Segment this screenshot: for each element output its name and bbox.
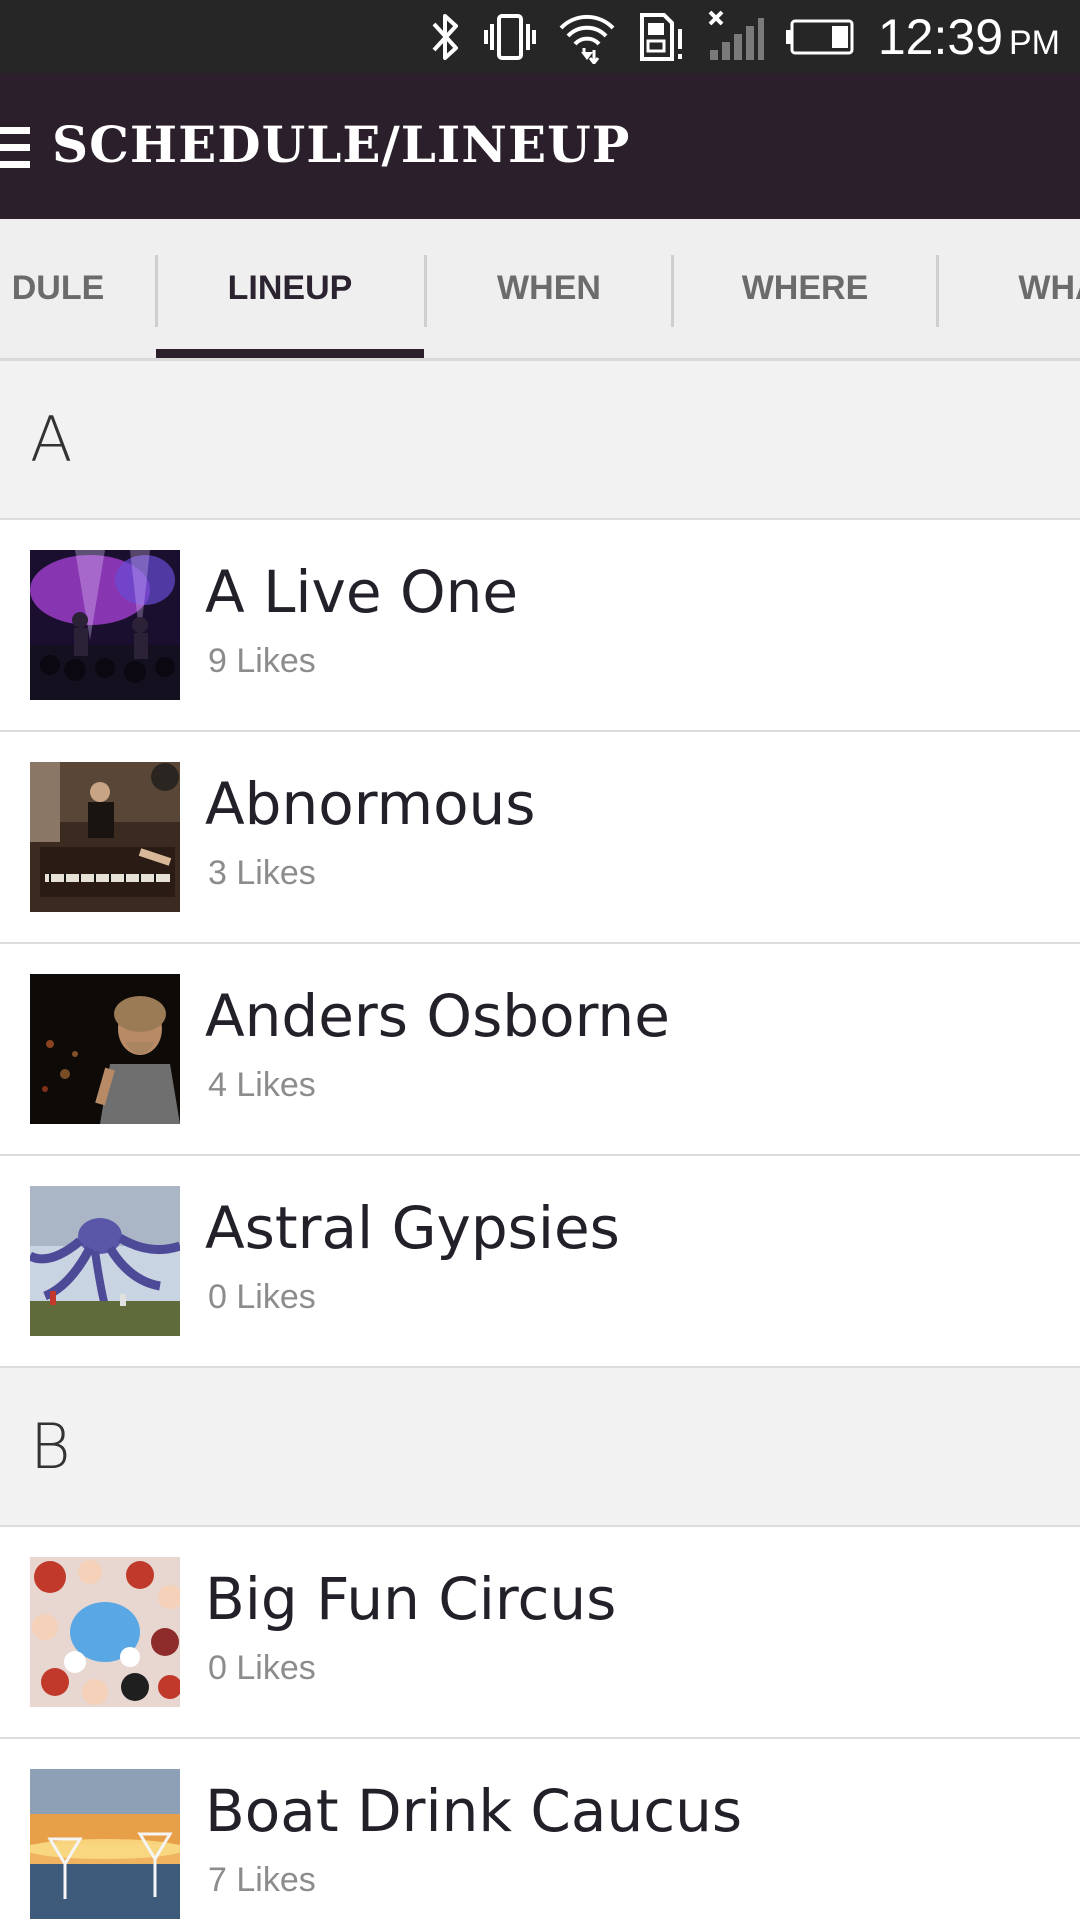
list-item[interactable]: Astral Gypsies 0 Likes <box>0 1156 1080 1368</box>
tab-lineup[interactable]: LINEUP <box>156 219 424 358</box>
section-header: B <box>0 1368 1080 1527</box>
tab-what[interactable]: WHA <box>939 219 1080 358</box>
app-bar: SCHEDULE/LINEUP <box>0 73 1080 219</box>
artist-thumbnail <box>30 1557 180 1707</box>
tab-schedule[interactable]: DULE <box>0 219 156 358</box>
sd-card-alert-icon <box>638 0 686 73</box>
artist-name: Abnormous <box>205 770 536 838</box>
artist-likes: 9 Likes <box>208 642 316 680</box>
artist-likes: 4 Likes <box>208 1066 316 1104</box>
list-item[interactable]: Anders Osborne 4 Likes <box>0 944 1080 1156</box>
artist-thumbnail <box>30 974 180 1124</box>
artist-name: Astral Gypsies <box>205 1194 620 1262</box>
section-header: A <box>0 361 1080 520</box>
section-letter: B <box>30 1410 71 1483</box>
artist-likes: 7 Likes <box>208 1861 316 1899</box>
section-letter: A <box>30 403 73 476</box>
status-bar: 12:39 PM <box>0 0 1080 73</box>
tab-active-indicator <box>156 349 424 358</box>
list-item[interactable]: Big Fun Circus 0 Likes <box>0 1527 1080 1739</box>
artist-name: Anders Osborne <box>205 982 670 1050</box>
clock: 12:39 PM <box>878 8 1060 66</box>
battery-icon <box>785 0 856 73</box>
tab-when[interactable]: WHEN <box>427 219 671 358</box>
artist-thumbnail <box>30 1769 180 1919</box>
artist-likes: 0 Likes <box>208 1649 316 1687</box>
clock-time: 12:39 <box>877 8 1003 65</box>
page-title: SCHEDULE/LINEUP <box>52 115 631 174</box>
artist-name: Boat Drink Caucus <box>205 1777 743 1845</box>
list-item[interactable]: Abnormous 3 Likes <box>0 732 1080 944</box>
tab-where[interactable]: WHERE <box>674 219 936 358</box>
artist-name: A Live One <box>205 558 519 626</box>
bluetooth-icon <box>430 0 462 73</box>
artist-name: Big Fun Circus <box>205 1565 617 1633</box>
clock-ampm: PM <box>1009 23 1060 62</box>
list-item[interactable]: Boat Drink Caucus 7 Likes <box>0 1739 1080 1920</box>
signal-no-service-icon <box>708 0 764 73</box>
status-icons: 12:39 PM <box>430 0 1080 73</box>
tab-bar: DULE LINEUP WHEN WHERE WHA <box>0 219 1080 361</box>
artist-likes: 3 Likes <box>208 854 316 892</box>
artist-likes: 0 Likes <box>208 1278 316 1316</box>
artist-thumbnail <box>30 1186 180 1336</box>
wifi-icon <box>558 0 616 73</box>
lineup-list: A A Live One 9 Likes Abnormous 3 Likes A… <box>0 361 1080 1920</box>
artist-thumbnail <box>30 762 180 912</box>
artist-thumbnail <box>30 550 180 700</box>
hamburger-menu-icon[interactable] <box>0 127 30 169</box>
vibrate-icon <box>483 0 536 73</box>
list-item[interactable]: A Live One 9 Likes <box>0 520 1080 732</box>
